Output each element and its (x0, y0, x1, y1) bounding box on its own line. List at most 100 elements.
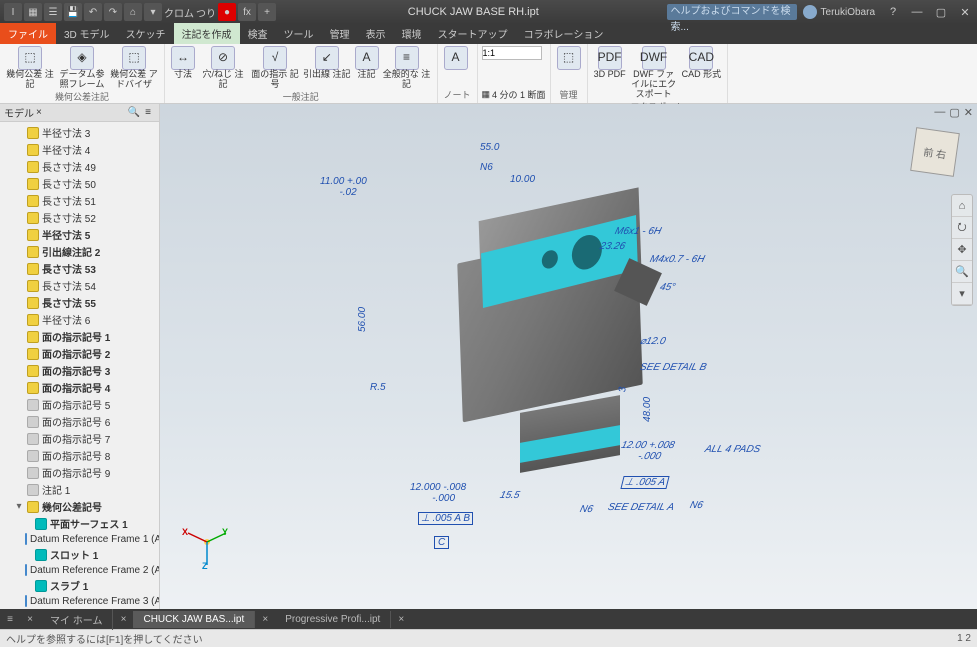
tree-node[interactable]: 面の指示記号 5 (0, 396, 159, 413)
tree-node[interactable]: 半径寸法 3 (0, 124, 159, 141)
dim-r5[interactable]: R.5 (370, 382, 386, 393)
qat[interactable]: I ▦ ☰ 💾 ↶ ↷ ⌂ ▾ クロム つり ● fx + (0, 3, 280, 21)
nav-zoom-icon[interactable]: 🔍 (952, 261, 972, 283)
tree-node[interactable]: Datum Reference Frame 2 (A|B) (0, 563, 159, 577)
qat-save-icon[interactable]: 💾 (64, 3, 82, 21)
browser-tree[interactable]: 半径寸法 3半径寸法 4長さ寸法 49長さ寸法 50長さ寸法 51長さ寸法 52… (0, 122, 159, 609)
manage-btn[interactable]: ⬚ (557, 46, 581, 70)
qat-material[interactable]: クロム (164, 3, 194, 21)
navbar[interactable]: ⌂ ⭮ ✥ 🔍 ▾ (951, 194, 973, 306)
viewport[interactable]: — ▢ ✕ 前 右 ⌂ ⭮ ✥ 🔍 ▾ 55.0 N6 10.00 11.00 … (160, 104, 977, 609)
tree-node[interactable]: 長さ寸法 55 (0, 294, 159, 311)
tree-node[interactable]: 長さ寸法 51 (0, 192, 159, 209)
tree-node[interactable]: 半径寸法 5 (0, 226, 159, 243)
tree-node[interactable]: スロット 1 (0, 546, 159, 563)
note-btn[interactable]: A (444, 46, 468, 70)
ribbon-btn[interactable]: ◈データム参照フレーム (58, 46, 106, 90)
menu-icon[interactable]: ≡ (141, 107, 155, 118)
dim-12b[interactable]: 12.00 +.008 -.000 (617, 440, 676, 462)
dim-56[interactable]: 56.00 (357, 307, 368, 332)
dim-155[interactable]: 15.5 (499, 490, 521, 501)
ribbon-btn[interactable]: ⊘穴/ねじ 注記 (199, 46, 247, 90)
dim-m4[interactable]: M4x0.7 - 6H (649, 254, 706, 265)
tree-node[interactable]: 面の指示記号 1 (0, 328, 159, 345)
doc-tab[interactable]: CHUCK JAW BAS...ipt (133, 611, 255, 628)
qat-redo-icon[interactable]: ↷ (104, 3, 122, 21)
tree-node[interactable]: 注記 1 (0, 481, 159, 498)
tab-3[interactable]: 注記を作成 (174, 23, 240, 44)
dim-detail-a[interactable]: SEE DETAIL A (607, 502, 676, 513)
search-icon[interactable]: 🔍 (127, 107, 141, 118)
doc-tab-close-icon[interactable]: × (391, 614, 411, 625)
qat-open-icon[interactable]: ☰ (44, 3, 62, 21)
user-menu[interactable]: TerukiObara (803, 5, 875, 19)
dim-detail-b[interactable]: SEE DETAIL B (639, 362, 708, 373)
dim-55[interactable]: 55.0 (480, 142, 499, 153)
tab-10[interactable]: コラボレーション (516, 23, 612, 44)
ribbon-btn[interactable]: ⬚幾何公差 アドバイザ (110, 46, 158, 90)
doc-close-icon[interactable]: ✕ (964, 106, 973, 119)
doc-tab[interactable]: Progressive Profi...ipt (275, 611, 391, 628)
qat-appearance[interactable]: つり (196, 3, 216, 21)
tab-9[interactable]: スタートアップ (430, 23, 516, 44)
datum-c[interactable]: C (434, 536, 449, 549)
doc-min-icon[interactable]: — (934, 106, 945, 119)
ribbon-btn[interactable]: PDF3D PDF (594, 46, 626, 80)
dim-11[interactable]: 11.00 +.00 -.02 (320, 176, 367, 198)
tree-node[interactable]: 面の指示記号 9 (0, 464, 159, 481)
tab-7[interactable]: 表示 (358, 23, 394, 44)
app-icon[interactable]: I (4, 3, 22, 21)
close-icon[interactable]: ✕ (953, 6, 977, 19)
qat-more-icon[interactable]: ▾ (144, 3, 162, 21)
doctab-list-icon[interactable]: ≡ (0, 614, 20, 625)
nav-home-icon[interactable]: ⌂ (952, 195, 972, 217)
doc-tab-close-icon[interactable]: × (113, 614, 133, 625)
dim-n6a[interactable]: N6 (480, 162, 493, 173)
tree-node[interactable]: 長さ寸法 49 (0, 158, 159, 175)
tree-node[interactable]: ▾幾何公差記号 (0, 498, 159, 515)
tab-1[interactable]: 3D モデル (56, 23, 118, 44)
tab-2[interactable]: スケッチ (118, 23, 174, 44)
qat-new-icon[interactable]: ▦ (24, 3, 42, 21)
dim-3[interactable]: 3 (617, 387, 628, 393)
help-icon[interactable]: ? (881, 6, 905, 18)
max-icon[interactable]: ▢ (929, 6, 953, 19)
tree-node[interactable]: 面の指示記号 6 (0, 413, 159, 430)
dim-all4[interactable]: ALL 4 PADS (704, 444, 762, 455)
tree-node[interactable]: 平面サーフェス 1 (0, 515, 159, 532)
qat-fx-icon[interactable]: fx (238, 3, 256, 21)
qat-plus-icon[interactable]: + (258, 3, 276, 21)
tol-005ab[interactable]: ⊥ .005 A B (418, 512, 473, 525)
doc-max-icon[interactable]: ▢ (949, 106, 959, 119)
tab-0[interactable]: ファイル (0, 23, 56, 44)
tree-node[interactable]: 面の指示記号 8 (0, 447, 159, 464)
tab-6[interactable]: 管理 (322, 23, 358, 44)
tree-node[interactable]: 半径寸法 4 (0, 141, 159, 158)
dim-phi12[interactable]: ⌀12.0 (639, 336, 667, 347)
section-label[interactable]: 4 分の 1 断面 (492, 88, 546, 101)
ribbon-btn[interactable]: ↔寸法 (171, 46, 195, 80)
ribbon-btn[interactable]: ≡全般的な 注記 (383, 46, 431, 90)
tol-005a[interactable]: ⊥ .005 A (620, 476, 669, 489)
tree-node[interactable]: スラブ 1 (0, 577, 159, 594)
dim-45[interactable]: 45° (659, 282, 677, 293)
ribbon-btn[interactable]: √面の指示 記号 (251, 46, 299, 90)
tree-node[interactable]: 引出線注記 2 (0, 243, 159, 260)
tree-node[interactable]: 面の指示記号 4 (0, 379, 159, 396)
dim-m6[interactable]: M6x1 - 6H (614, 226, 663, 237)
tree-node[interactable]: Datum Reference Frame 3 (A|B|C) (0, 594, 159, 608)
qat-color-icon[interactable]: ● (218, 3, 236, 21)
tree-node[interactable]: 長さ寸法 53 (0, 260, 159, 277)
dim-48[interactable]: 48.00 (642, 397, 653, 422)
ribbon-btn[interactable]: ↙引出線 注記 (303, 46, 351, 80)
dim-n6c[interactable]: N6 (689, 500, 705, 511)
ribbon-btn[interactable]: ⬚幾何公差 注記 (6, 46, 54, 90)
nav-more-icon[interactable]: ▾ (952, 283, 972, 305)
tab-5[interactable]: ツール (276, 23, 322, 44)
nav-orbit-icon[interactable]: ⭮ (952, 217, 972, 239)
doc-tab[interactable]: マイ ホーム (40, 609, 113, 630)
dim-10[interactable]: 10.00 (510, 174, 535, 185)
ribbon-btn[interactable]: CADCAD 形式 (682, 46, 722, 80)
tree-node[interactable]: 長さ寸法 52 (0, 209, 159, 226)
doctab-close-icon[interactable]: × (20, 614, 40, 625)
